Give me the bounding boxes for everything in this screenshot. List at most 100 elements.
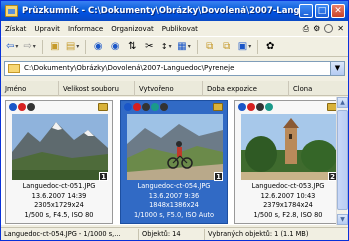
thumbnail-item[interactable]: 1 Languedoc-ct-051.JPG 13.6.2007 14:39 2… (5, 100, 113, 224)
thumbnail-item-selected[interactable]: 1 Languedoc-ct-054.JPG 13.6.2007 9:36 18… (120, 100, 228, 224)
address-dropdown-button[interactable]: ▼ (331, 60, 345, 76)
title-bar[interactable]: Průzkumník - C:\Dokumenty\Obrázky\Dovole… (1, 1, 348, 21)
thumbnail-item[interactable]: 2 Languedoc-ct-053.JPG 12.6.2007 10:43 2… (234, 100, 342, 224)
thumbnail-status-icons (238, 103, 273, 113)
slideshow-button[interactable]: ▣ ▾ (237, 39, 252, 55)
menu-informace[interactable]: Informace (68, 25, 103, 33)
scroll-down-button[interactable]: ▼ (337, 214, 348, 225)
minimize-button[interactable]: _ (299, 4, 313, 18)
cut-button[interactable]: ✂ (142, 39, 156, 55)
forward-button[interactable]: ⇨ ▾ (22, 39, 36, 55)
thumbnail-number-badge: 1 (99, 172, 108, 181)
thumbnail-status-icons (9, 103, 35, 113)
column-clona[interactable]: Clona (289, 81, 348, 96)
chevron-down-icon: ▾ (76, 43, 80, 50)
toolbar-separator (85, 39, 87, 54)
address-path: C:\Dokumenty\Obrázky\Dovolená\2007-Langu… (24, 64, 235, 72)
forward-icon: ⇨ (23, 41, 32, 52)
info-icon[interactable] (238, 103, 246, 111)
column-vytvoreno[interactable]: Vytvořeno (135, 81, 203, 96)
thumbnail-number-badge: 1 (214, 172, 223, 181)
thumbnail-filename: Languedoc-ct-054.JPG (137, 182, 211, 190)
globe-icon[interactable] (265, 103, 273, 111)
app-window: Průzkumník - C:\Dokumenty\Obrázky\Dovole… (0, 0, 349, 241)
folder-icon (8, 63, 20, 73)
help-icon[interactable] (324, 24, 334, 33)
thumbnail-exposure: 1/500 s, F4.5, ISO 80 (24, 210, 94, 219)
photo-cyclist-mountains (127, 114, 223, 180)
address-input[interactable]: C:\Dokumenty\Obrázky\Dovolená\2007-Langu… (4, 60, 331, 76)
rating-icon[interactable] (133, 103, 141, 111)
exif-icon[interactable] (27, 103, 35, 111)
label-icon[interactable] (98, 103, 108, 111)
thumbnail-dimensions: 2379x1784x24 (263, 201, 313, 209)
menu-upravit[interactable]: Upravit (34, 25, 60, 33)
exif-icon[interactable] (142, 103, 150, 111)
thumbnail-date: 13.6.2007 9:36 (148, 191, 200, 200)
column-doba-expozice[interactable]: Doba expozice (203, 81, 289, 96)
menu-publikovat[interactable]: Publikovat (162, 25, 198, 33)
back-button[interactable]: ⇦ ▾ (5, 39, 19, 55)
globe-icon[interactable] (151, 103, 159, 111)
cut-icon: ✂ (145, 41, 154, 52)
menu-organizovat[interactable]: Organizovat (111, 25, 154, 33)
info-icon[interactable] (9, 103, 17, 111)
back-icon: ⇦ (6, 41, 15, 52)
web-button[interactable]: ✿ (263, 39, 277, 55)
folder-up-icon: ▣ (50, 41, 60, 52)
maximize-button[interactable]: □ (315, 4, 329, 18)
scroll-up-button[interactable]: ▲ (337, 97, 348, 108)
folder-view-button[interactable]: ▤ ▾ (65, 39, 80, 55)
thumbnail-filename: Languedoc-ct-053.JPG (251, 182, 325, 190)
rename-icon: ⧉ (206, 41, 214, 52)
status-object-count: Objektů: 14 (139, 228, 205, 240)
sort-button[interactable]: ↕ ▾ (159, 39, 173, 55)
toolbar: ⇦ ▾ ⇨ ▾ ▣ ▤ ▾ ◉ ◉ ⇅ ✂ ↕ ▾ ▦ ▾ ⧉ ⧉ ▣ ▾ ✿ (1, 36, 348, 57)
column-jmeno[interactable]: Jméno (1, 81, 59, 96)
print-icon[interactable]: ⎙ (303, 24, 309, 34)
chevron-down-icon: ▾ (248, 43, 252, 50)
menu-bar: Získat Upravit Informace Organizovat Pub… (1, 21, 348, 36)
scrollbar-thumb[interactable] (337, 110, 348, 210)
thumbnail-caption: Languedoc-ct-051.JPG 13.6.2007 14:39 230… (6, 182, 112, 220)
slideshow-icon: ▣ (237, 41, 248, 52)
toolbar-separator (196, 39, 198, 54)
thumbnail-exposure: 1/500 s, F2.8, ISO 80 (253, 210, 323, 219)
toolbar-separator (257, 39, 259, 54)
rotate-right-button[interactable]: ◉ (108, 39, 122, 55)
thumbnail-filename: Languedoc-ct-051.JPG (22, 182, 96, 190)
thumbnail-dimensions: 2305x1729x24 (34, 201, 84, 209)
label-icon[interactable] (213, 103, 223, 111)
view-mode-button[interactable]: ▦ ▾ (176, 39, 191, 55)
thumbnail-date: 13.6.2007 14:39 (31, 191, 87, 200)
info-icon[interactable] (124, 103, 132, 111)
thumbnail-date: 12.6.2007 10:43 (260, 191, 316, 200)
column-velikost[interactable]: Velikost souboru (59, 81, 135, 96)
rotate-left-button[interactable]: ◉ (91, 39, 105, 55)
thumbnail-view: 1 Languedoc-ct-051.JPG 13.6.2007 14:39 2… (1, 97, 348, 225)
rotate-left-icon: ◉ (93, 41, 103, 52)
rating-icon[interactable] (18, 103, 26, 111)
vertical-scrollbar[interactable]: ▲ ▼ (336, 97, 348, 225)
color-icon[interactable] (160, 103, 168, 111)
exif-icon[interactable] (256, 103, 264, 111)
photo-tower-trees (241, 114, 337, 180)
chevron-down-icon: ▾ (168, 43, 172, 50)
chevron-down-icon: ▼ (334, 64, 341, 72)
thumbnail-exposure: 1/1000 s, F5.0, ISO Auto (133, 210, 215, 219)
menu-ziskat[interactable]: Získat (5, 25, 26, 33)
folder-view-icon: ▤ (65, 41, 76, 52)
globe-icon: ✿ (266, 41, 275, 52)
rating-icon[interactable] (247, 103, 255, 111)
copy-button[interactable]: ⧉ (220, 39, 234, 55)
close-icon[interactable]: ✕ (337, 24, 344, 33)
thumbnail-caption: Languedoc-ct-054.JPG 13.6.2007 9:36 1848… (121, 182, 227, 220)
photo-mountain-lake (12, 114, 108, 180)
settings-icon[interactable]: ⚙ (313, 24, 320, 33)
toolbar-separator (41, 39, 43, 54)
folder-up-button[interactable]: ▣ (48, 39, 62, 55)
flip-button[interactable]: ⇅ (125, 39, 139, 55)
address-bar: C:\Dokumenty\Obrázky\Dovolená\2007-Langu… (1, 58, 348, 78)
close-button[interactable]: ✕ (331, 4, 345, 18)
rename-button[interactable]: ⧉ (203, 39, 217, 55)
